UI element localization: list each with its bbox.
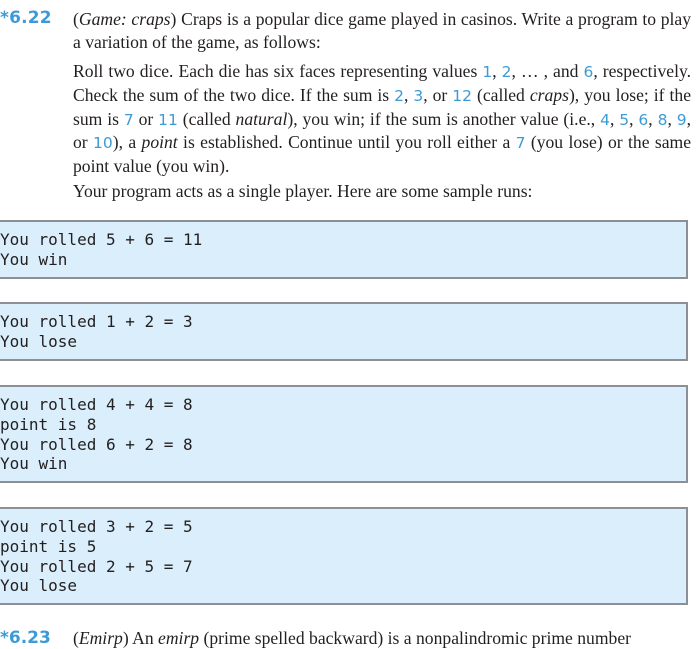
output-line: point is 5 [0, 536, 97, 556]
exercise-intro: (Game: craps) Craps is a popular dice ga… [73, 9, 691, 52]
sample-run-box: You rolled 3 + 2 = 5 point is 5 You rolled… [0, 507, 688, 605]
value-highlight: 10 [93, 134, 113, 153]
rules-paragraph: Roll two dice. Each die has six faces re… [73, 61, 692, 177]
sample-run-box: You rolled 5 + 6 = 11 You win [0, 220, 688, 279]
exercise-title: Game: craps [78, 9, 171, 29]
exercise-number: *6.22 [0, 8, 52, 28]
output-line: You rolled 5 + 6 = 11 [0, 230, 203, 249]
value-highlight: 4 [600, 110, 610, 129]
value-highlight: 7 [123, 110, 134, 129]
sample-run-box: You rolled 1 + 2 = 3 You lose [0, 302, 688, 361]
output-line: You rolled 4 + 4 = 8 [0, 395, 193, 414]
value-highlight: 9 [676, 110, 687, 129]
value-highlight: 8 [657, 110, 668, 129]
output-line: You lose [0, 576, 78, 596]
output-line: You win [0, 249, 68, 269]
output-line: You rolled 2 + 5 = 7 [0, 556, 193, 576]
output-line: You rolled 3 + 2 = 5 [0, 517, 193, 536]
sample-run-box: You rolled 4 + 4 = 8 point is 8 You rolled… [0, 385, 688, 483]
sample-intro: Your program acts as a single player. He… [73, 181, 533, 201]
value-highlight: 12 [452, 86, 473, 105]
exercise-intro: (Emirp) An emirp (prime spelled backward… [73, 628, 631, 648]
value-highlight: 1 [482, 63, 493, 81]
output-line: You win [0, 454, 68, 474]
value-highlight: 7 [515, 134, 526, 153]
value-highlight: 2 [394, 86, 404, 105]
value-highlight: 6 [583, 63, 594, 81]
exercise-number: *6.23 [0, 628, 51, 648]
output-line: point is 8 [0, 414, 97, 434]
output-line: You rolled 6 + 2 = 8 [0, 434, 193, 454]
value-highlight: 5 [619, 110, 630, 129]
value-highlight: 11 [158, 110, 178, 129]
output-line: You rolled 1 + 2 = 3 [0, 312, 193, 331]
value-highlight: 3 [413, 86, 424, 105]
value-highlight: 6 [638, 110, 649, 129]
output-line: You lose [0, 331, 78, 351]
value-highlight: 2 [501, 63, 512, 81]
